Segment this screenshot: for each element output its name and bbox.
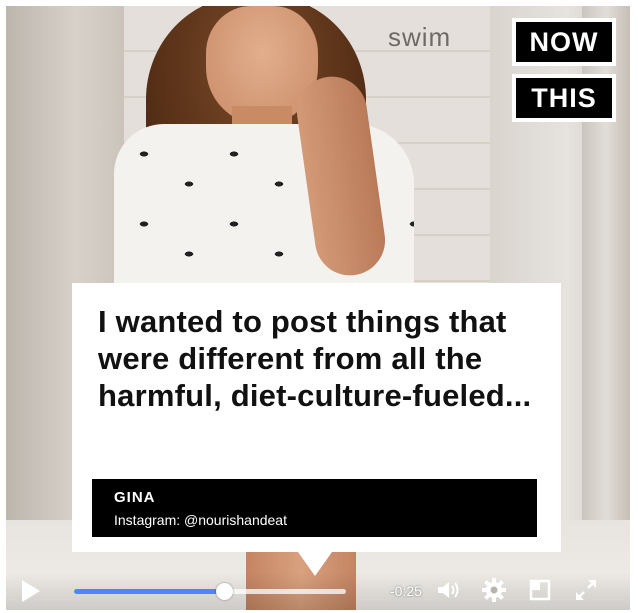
attribution-name: GINA (114, 489, 156, 506)
logo-line-now: NOW (512, 18, 616, 66)
seek-bar[interactable] (74, 583, 346, 600)
seek-bar-progress (74, 589, 224, 594)
video-player[interactable]: swim NOW THIS I wanted to post things th… (6, 6, 630, 610)
logo-line-this: THIS (512, 74, 616, 122)
nowthis-logo: NOW THIS (512, 18, 616, 122)
time-remaining: -0:25 (390, 583, 422, 599)
gear-icon[interactable] (480, 576, 508, 604)
play-icon[interactable] (22, 580, 40, 602)
attribution-handle: Instagram: @nourishandeat (114, 512, 287, 528)
background-sign-text: swim (388, 22, 452, 52)
quote-text: I wanted to post things that were differ… (98, 304, 532, 413)
fullscreen-icon[interactable] (572, 576, 600, 604)
attribution-bar: GINA Instagram: @nourishandeat (92, 479, 537, 537)
volume-icon[interactable] (434, 576, 462, 604)
quote-card: I wanted to post things that were differ… (72, 283, 561, 552)
seek-handle[interactable] (216, 583, 233, 600)
popout-icon[interactable] (526, 576, 554, 604)
control-bar: -0:25 (6, 572, 630, 610)
